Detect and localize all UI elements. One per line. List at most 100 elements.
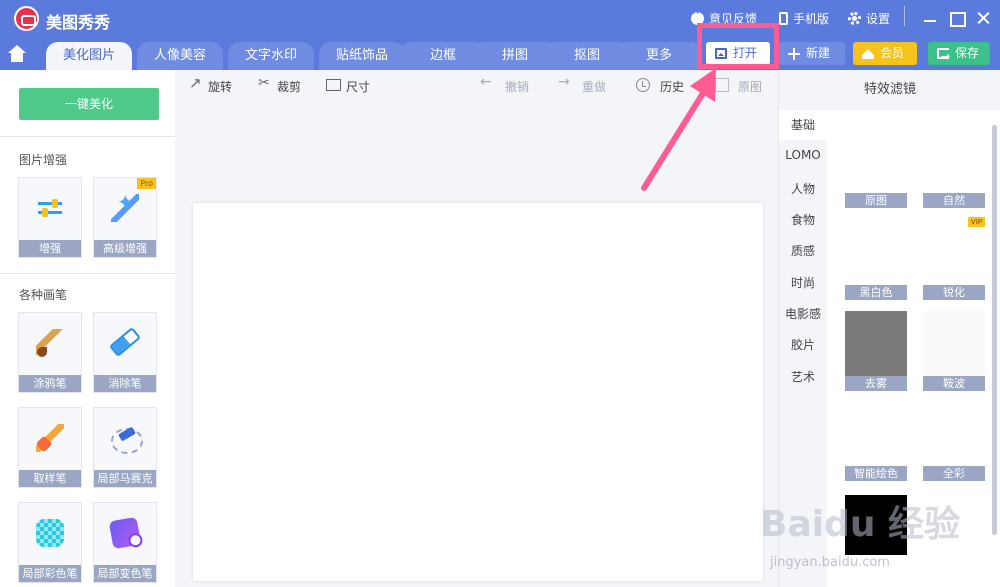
- watermark-url: jingyan.baidu.com: [770, 555, 890, 570]
- section-title-brushes: 各种画笔: [19, 288, 68, 302]
- filter-smart-color[interactable]: 智能绘色: [845, 401, 907, 481]
- main-tab-bar: 美化图片 人像美容 文字水印 贴纸饰品 边框 拼图 抠图 更多 打开 新建 会员…: [0, 37, 1000, 70]
- filter-black-white[interactable]: 黑白色: [845, 220, 907, 300]
- paint-brush-icon: [36, 329, 64, 357]
- vip-label: 会员: [880, 46, 905, 60]
- pro-badge: Pro: [137, 178, 156, 189]
- meitu-logo-icon: [14, 6, 39, 31]
- title-bar: 美图秀秀 意见反馈 手机版 设置: [0, 0, 1000, 37]
- filter-label: 鞍波: [923, 376, 985, 391]
- vip-button[interactable]: 会员: [853, 42, 917, 65]
- filter-category-food[interactable]: 食物: [779, 211, 827, 228]
- minimize-icon[interactable]: [920, 8, 940, 28]
- filter-label: 自然: [923, 193, 985, 208]
- tab-beautify[interactable]: 美化图片: [46, 42, 132, 70]
- plus-icon: [788, 48, 800, 60]
- mobile-label: 手机版: [793, 12, 830, 26]
- titlebar-divider: [904, 6, 905, 26]
- left-tool-panel: 一键美化 图片增强 增强 Pro 高级增强 各种画笔 涂鸦笔 消除笔 取样笔 局…: [0, 70, 175, 587]
- vip-badge: VIP: [967, 217, 985, 227]
- filter-scrollbar[interactable]: [992, 125, 997, 535]
- tool-local-color[interactable]: 局部彩色笔: [18, 502, 82, 583]
- undo-button[interactable]: 撤销: [505, 78, 529, 95]
- rotate-icon[interactable]: [189, 74, 203, 92]
- tool-label: 局部马赛克: [94, 470, 156, 487]
- maximize-icon[interactable]: [946, 8, 966, 28]
- magic-wand-icon: [111, 190, 139, 222]
- undo-icon[interactable]: [480, 74, 494, 92]
- section-divider: [0, 136, 175, 137]
- mosaic-color-icon: [36, 519, 64, 547]
- tool-advanced-enhance[interactable]: Pro 高级增强: [93, 177, 157, 258]
- filter-label: 智能绘色: [845, 466, 907, 481]
- gear-icon: [848, 12, 861, 25]
- filter-sharpen[interactable]: VIP 锐化: [923, 217, 985, 300]
- filter-original[interactable]: 原图: [845, 128, 907, 208]
- filter-label: 去雾: [845, 376, 907, 391]
- home-icon[interactable]: [6, 45, 32, 67]
- filter-label: 锐化: [923, 285, 985, 300]
- save-label: 保存: [955, 46, 980, 60]
- filter-label: 原图: [845, 193, 907, 208]
- section-divider: [0, 273, 175, 274]
- tool-doodle-pen[interactable]: 涂鸦笔: [18, 312, 82, 393]
- tool-label: 高级增强: [94, 240, 156, 257]
- export-icon: [937, 45, 950, 68]
- close-icon[interactable]: [973, 8, 993, 28]
- scissors-icon[interactable]: [258, 75, 272, 92]
- sliders-icon: [36, 194, 64, 222]
- tool-label: 消除笔: [94, 375, 156, 392]
- tool-label: 增强: [19, 240, 81, 257]
- tool-label: 取样笔: [19, 470, 81, 487]
- filter-panel-title: 特效滤镜: [779, 70, 1000, 110]
- tool-local-mosaic[interactable]: 局部马赛克: [93, 407, 157, 488]
- crop-button[interactable]: 裁剪: [277, 78, 301, 95]
- filter-full-color[interactable]: 全彩: [923, 401, 985, 481]
- new-button[interactable]: 新建: [779, 42, 845, 65]
- filter-category-film[interactable]: 胶片: [779, 336, 827, 353]
- filter-dehaze[interactable]: 去雾: [845, 311, 907, 391]
- eraser-icon: [109, 326, 141, 358]
- image-canvas[interactable]: [193, 203, 763, 581]
- crown-icon: [862, 48, 874, 59]
- tool-label: 局部变色笔: [94, 565, 156, 582]
- tab-portrait[interactable]: 人像美容: [137, 42, 223, 70]
- redo-button[interactable]: 重做: [582, 78, 606, 95]
- mobile-version-button[interactable]: 手机版: [779, 10, 829, 27]
- tab-text-watermark[interactable]: 文字水印: [228, 42, 314, 70]
- size-button[interactable]: 尺寸: [346, 78, 370, 95]
- original-button[interactable]: 原图: [738, 78, 762, 95]
- filter-label: 全彩: [923, 466, 985, 481]
- phone-icon: [779, 12, 788, 25]
- filter-wave[interactable]: 鞍波: [923, 311, 985, 391]
- section-title-enhance: 图片增强: [19, 153, 68, 167]
- tab-stickers[interactable]: 贴纸饰品: [319, 42, 405, 70]
- tool-local-recolor[interactable]: 局部变色笔: [93, 502, 157, 583]
- app-title: 美图秀秀: [46, 13, 111, 32]
- sample-brush-icon: [36, 424, 64, 452]
- filter-category-people[interactable]: 人物: [779, 180, 827, 197]
- filter-category-art[interactable]: 艺术: [779, 368, 827, 385]
- tool-label: 涂鸦笔: [19, 375, 81, 392]
- settings-label: 设置: [866, 12, 891, 26]
- filter-natural[interactable]: 自然: [923, 128, 985, 208]
- save-button[interactable]: 保存: [928, 42, 990, 68]
- redo-icon[interactable]: [558, 74, 572, 92]
- new-label: 新建: [806, 46, 831, 60]
- filter-category-lomo[interactable]: LOMO: [779, 148, 827, 162]
- filter-category-fashion[interactable]: 时尚: [779, 274, 827, 291]
- settings-button[interactable]: 设置: [848, 10, 890, 27]
- one-key-beautify-button[interactable]: 一键美化: [19, 88, 159, 120]
- tool-eraser-pen[interactable]: 消除笔: [93, 312, 157, 393]
- tool-enhance[interactable]: 增强: [18, 177, 82, 258]
- annotation-arrow-icon: [641, 68, 716, 191]
- size-icon[interactable]: [326, 79, 341, 91]
- filter-category-basic[interactable]: 基础: [779, 110, 827, 140]
- rotate-button[interactable]: 旋转: [208, 78, 232, 95]
- filter-label: 黑白色: [845, 285, 907, 300]
- mosaic-pen-icon: [111, 424, 143, 454]
- filter-category-cinematic[interactable]: 电影感: [779, 305, 827, 322]
- filter-category-texture[interactable]: 质感: [779, 242, 827, 259]
- tool-sample-pen[interactable]: 取样笔: [18, 407, 82, 488]
- color-change-icon: [108, 516, 142, 550]
